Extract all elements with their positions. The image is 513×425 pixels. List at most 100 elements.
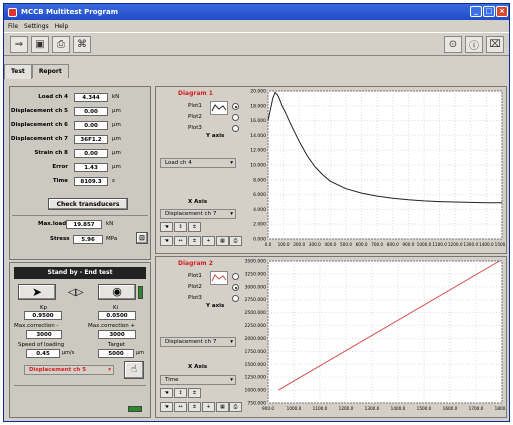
readout-value: 8109.3 <box>74 177 108 186</box>
readout-unit: µm <box>112 108 121 114</box>
toolbar: ⇒ ▣ ⎙ ⌘ ⊙ ⓘ ⌧ <box>4 32 509 56</box>
max-corr-plus-input[interactable]: 3000 <box>98 330 136 339</box>
max-corr-minus-input[interactable]: 3000 <box>26 330 62 339</box>
y-tick-label: 3500.000 <box>245 259 267 265</box>
info-icon[interactable]: ⓘ <box>465 36 483 53</box>
diagram1-x-select[interactable]: Displacement ch 7 ▾ <box>160 209 236 219</box>
diagram1-title: Diagram 1 <box>178 90 213 97</box>
stress-label: Stress <box>50 236 70 242</box>
save-plot-icon[interactable]: ▦ <box>216 402 229 412</box>
y-tick-label: 1750.000 <box>245 349 267 355</box>
network-icon[interactable]: ⌘ <box>73 36 91 53</box>
y-tick-label: 20.000 <box>250 89 266 95</box>
zoom-y-icon[interactable]: ↕ <box>174 222 187 232</box>
x-tick-label: 900.0 <box>262 406 274 411</box>
scale-icon[interactable]: ± <box>188 388 201 398</box>
max-corr-plus-label: Max.correction + <box>88 323 136 329</box>
plot-radio[interactable] <box>232 125 239 132</box>
readout-value: 36F1.2 <box>74 135 108 144</box>
pan-icon[interactable]: ☚ <box>160 222 173 232</box>
stop-button[interactable]: ◉ <box>98 284 136 300</box>
check-transducers-button[interactable]: Check transducers <box>48 198 128 210</box>
diagram1-y-axis-label: Y axis <box>206 133 225 139</box>
readout-unit: µm <box>112 164 121 170</box>
x-tick-label: 1000.0 <box>287 406 302 411</box>
play-button[interactable]: ➤ <box>18 284 56 300</box>
status-led <box>138 286 143 299</box>
close-button[interactable]: × <box>496 6 508 17</box>
cursor-icon[interactable]: + <box>202 236 215 246</box>
x-tick-label: 1500.0 <box>495 242 506 247</box>
x-tick-label: 1300.0 <box>365 406 380 411</box>
y-tick-label: 2000.000 <box>245 336 267 342</box>
pan2-icon[interactable]: ☚ <box>160 236 173 246</box>
readout-unit: s <box>112 178 115 184</box>
y-tick-label: 1250.000 <box>245 375 267 381</box>
maximize-button[interactable]: □ <box>483 6 495 17</box>
readout-value: 1.43 <box>74 163 108 172</box>
chevron-down-icon: ▾ <box>230 160 233 166</box>
target-unit: µm <box>136 350 145 356</box>
stress-unit: MPa <box>106 236 118 242</box>
pan2-icon[interactable]: ☚ <box>160 402 173 412</box>
title-bar: MCCB Multitest Program _ □ × <box>4 4 509 20</box>
plot-radio[interactable] <box>232 284 239 291</box>
readouts-panel: Load ch 4 4.344 kN Displacement ch 5 0.00 µm D… <box>9 86 151 260</box>
print-icon[interactable]: ⎙ <box>52 36 70 53</box>
pan-icon[interactable]: ☚ <box>160 388 173 398</box>
y-tick-label: 10.000 <box>250 163 266 169</box>
x-tick-label: 1600.0 <box>443 406 458 411</box>
scale2-icon[interactable]: ± <box>188 402 201 412</box>
diagram2-chart: 3500.000 3250.000 3000.000 2750.000 2500.000… <box>245 259 506 412</box>
readout-label: Error <box>52 164 68 170</box>
stress-calc-icon[interactable]: ⊡ <box>136 232 148 244</box>
x-tick-label: 1400.0 <box>391 406 406 411</box>
diagram1-y-select[interactable]: Load ch 4 ▾ <box>160 158 236 168</box>
readout-label: Strain ch 8 <box>34 150 68 156</box>
speed-input[interactable]: 0.45 <box>26 349 60 358</box>
diagram2-y-select[interactable]: Displacement ch 7 ▾ <box>160 337 236 347</box>
exit-icon[interactable]: ⌧ <box>486 36 504 53</box>
x-tick-label: 1100.0 <box>432 242 447 247</box>
zoom-x-icon[interactable]: ↔ <box>174 402 187 412</box>
x-tick-label: 1200.0 <box>448 242 463 247</box>
chevron-down-icon: ▾ <box>230 339 233 345</box>
x-tick-label: 1100.0 <box>313 406 328 411</box>
scale-icon[interactable]: ± <box>188 222 201 232</box>
tab-test[interactable]: Test <box>4 64 32 79</box>
save-icon[interactable]: ▣ <box>31 36 49 53</box>
target-input[interactable]: 5000 <box>98 349 134 358</box>
zoom-x-icon[interactable]: ↔ <box>174 236 187 246</box>
x-tick-label: 1400.0 <box>479 242 494 247</box>
plot-legend-label: Plot2 <box>188 114 202 120</box>
y-tick-label: 8.000 <box>253 177 266 183</box>
kp-input[interactable]: 0.9500 <box>24 311 62 320</box>
menu-settings[interactable]: Settings <box>24 23 49 30</box>
y-tick-label: 14.000 <box>250 133 266 139</box>
ki-input[interactable]: 0.0500 <box>98 311 136 320</box>
menu-file[interactable]: File <box>8 23 18 30</box>
control-channel-select[interactable]: Displacement ch 5 ▾ <box>24 365 114 375</box>
plot-radio[interactable] <box>232 103 239 110</box>
tab-report[interactable]: Report <box>31 64 69 78</box>
scale2-icon[interactable]: ± <box>188 236 201 246</box>
hand-icon[interactable]: ☝ <box>124 361 144 379</box>
diagram2-x-select[interactable]: Time ▾ <box>160 375 236 385</box>
open-icon[interactable]: ⇒ <box>10 36 28 53</box>
x-tick-label: 1200.0 <box>339 406 354 411</box>
target-label: Target <box>108 342 126 348</box>
minimize-button[interactable]: _ <box>470 6 482 17</box>
menu-help[interactable]: Help <box>55 23 69 30</box>
plot-radio[interactable] <box>232 295 239 302</box>
plot-radio[interactable] <box>232 114 239 121</box>
run-indicator <box>128 406 142 412</box>
step-arrows-icon[interactable]: ◁▷ <box>68 287 83 298</box>
zoom-icon[interactable]: ⊙ <box>444 36 462 53</box>
zoom-y-icon[interactable]: ↕ <box>174 388 187 398</box>
save-plot-icon[interactable]: ▦ <box>216 236 229 246</box>
plot-radio[interactable] <box>232 273 239 280</box>
readout-value: 0.00 <box>74 149 108 158</box>
readout-unit: µm <box>112 136 121 142</box>
cursor-icon[interactable]: + <box>202 402 215 412</box>
diagram2-panel: Diagram 2 Plot1 Plot2 Plot3 Y axis Displac… <box>155 256 507 418</box>
